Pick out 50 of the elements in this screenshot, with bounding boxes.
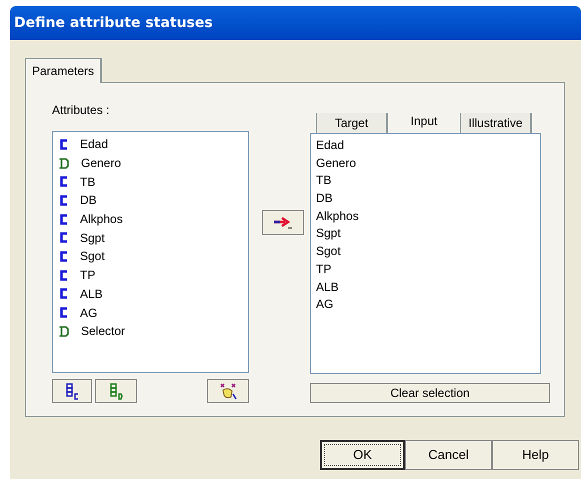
attribute-item[interactable]: DB (80, 191, 97, 210)
arrow-right-icon (272, 216, 294, 230)
c-letter-icon (59, 307, 68, 318)
list-item[interactable]: ALB (316, 278, 339, 296)
c-letter-icon (59, 176, 68, 188)
move-right-button[interactable] (262, 210, 304, 235)
attribute-item[interactable]: TB (80, 172, 96, 191)
list-item[interactable]: TB (316, 172, 332, 190)
d-letter-icon (59, 158, 69, 169)
input-attributes-list[interactable]: Edad Genero TB DB Alkphos Sgpt Sgot TP ALB AG (310, 133, 541, 374)
attribute-item[interactable]: Selector (81, 322, 126, 340)
list-item[interactable]: AG (316, 296, 334, 314)
window-title: Define attribute statuses (14, 14, 213, 32)
attribute-item[interactable]: AG (80, 304, 98, 322)
list-item[interactable]: Alkphos (316, 208, 359, 226)
c-letter-icon (59, 138, 68, 150)
attribute-item[interactable]: Sgpt (80, 228, 105, 247)
c-letter-icon (59, 250, 68, 262)
attribute-item[interactable]: Sgot (80, 247, 105, 266)
tab[interactable]: Parameters (25, 58, 102, 83)
wizard-button[interactable] (207, 379, 249, 403)
list-d-icon (109, 382, 123, 400)
c-letter-icon (59, 288, 68, 300)
add-discrete-button[interactable] (95, 379, 137, 403)
c-letter-icon (59, 214, 68, 225)
list-item[interactable]: DB (316, 190, 333, 208)
add-continuous-button[interactable] (52, 379, 92, 403)
list-item[interactable]: Edad (316, 137, 344, 155)
c-letter-icon (59, 270, 68, 281)
list-item[interactable]: Sgpt (316, 225, 341, 244)
attribute-item[interactable]: Genero (81, 154, 122, 172)
list-item[interactable]: Sgot (316, 243, 341, 261)
clear-selection-button[interactable]: Clear selection (310, 383, 550, 403)
dialog-button[interactable]: OK (320, 440, 405, 470)
c-letter-icon (59, 232, 68, 244)
attributes-list[interactable]: Edad Genero TB DB Alkphos Sgpt Sgot TP ALB AG Selector (52, 131, 249, 373)
list-item[interactable]: Genero (316, 154, 356, 172)
d-letter-icon (59, 326, 69, 337)
attribute-item[interactable]: TP (80, 266, 96, 284)
dialog-button[interactable]: Help (492, 440, 579, 470)
tab[interactable]: Target (316, 113, 388, 133)
dialog-button[interactable]: Cancel (405, 440, 492, 470)
attribute-item[interactable]: ALB (80, 284, 103, 303)
tab[interactable]: Illustrative (460, 113, 532, 133)
list-c-icon (65, 382, 79, 400)
attribute-item[interactable]: Alkphos (80, 210, 123, 228)
attribute-item[interactable]: Edad (80, 135, 108, 154)
c-letter-icon (59, 194, 68, 206)
attributes-label: Attributes : (52, 102, 110, 119)
list-item[interactable]: TP (316, 260, 332, 278)
